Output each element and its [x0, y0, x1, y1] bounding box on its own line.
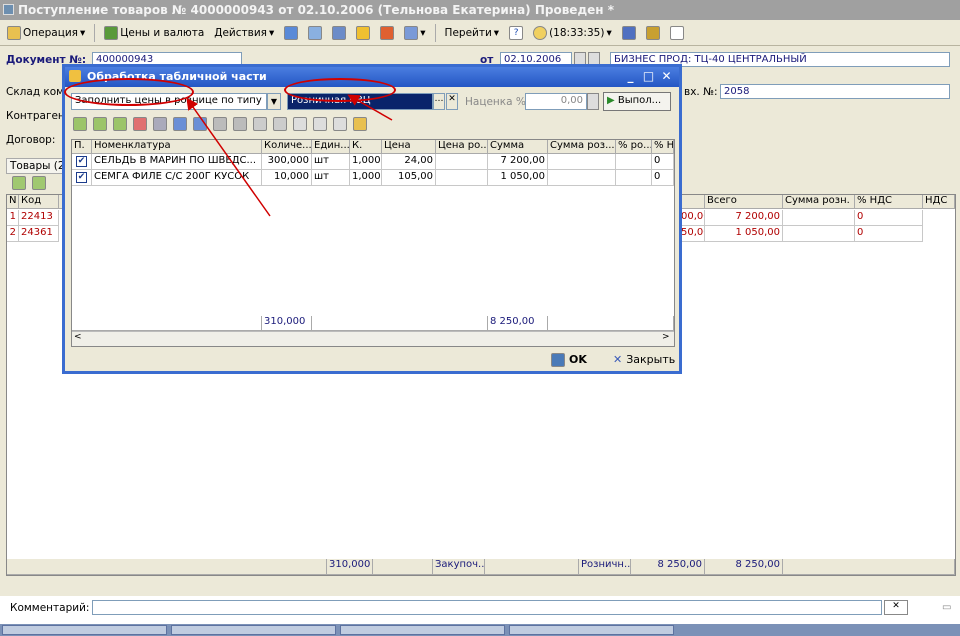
- taskbar-item[interactable]: [171, 625, 336, 635]
- arrow-icon: [347, 94, 393, 121]
- taskbar: [0, 624, 960, 636]
- arrow-icon: [186, 97, 271, 217]
- taskbar-item[interactable]: [509, 625, 674, 635]
- taskbar-item[interactable]: [2, 625, 167, 635]
- annotation-arrows: [186, 94, 393, 217]
- taskbar-item[interactable]: [340, 625, 505, 635]
